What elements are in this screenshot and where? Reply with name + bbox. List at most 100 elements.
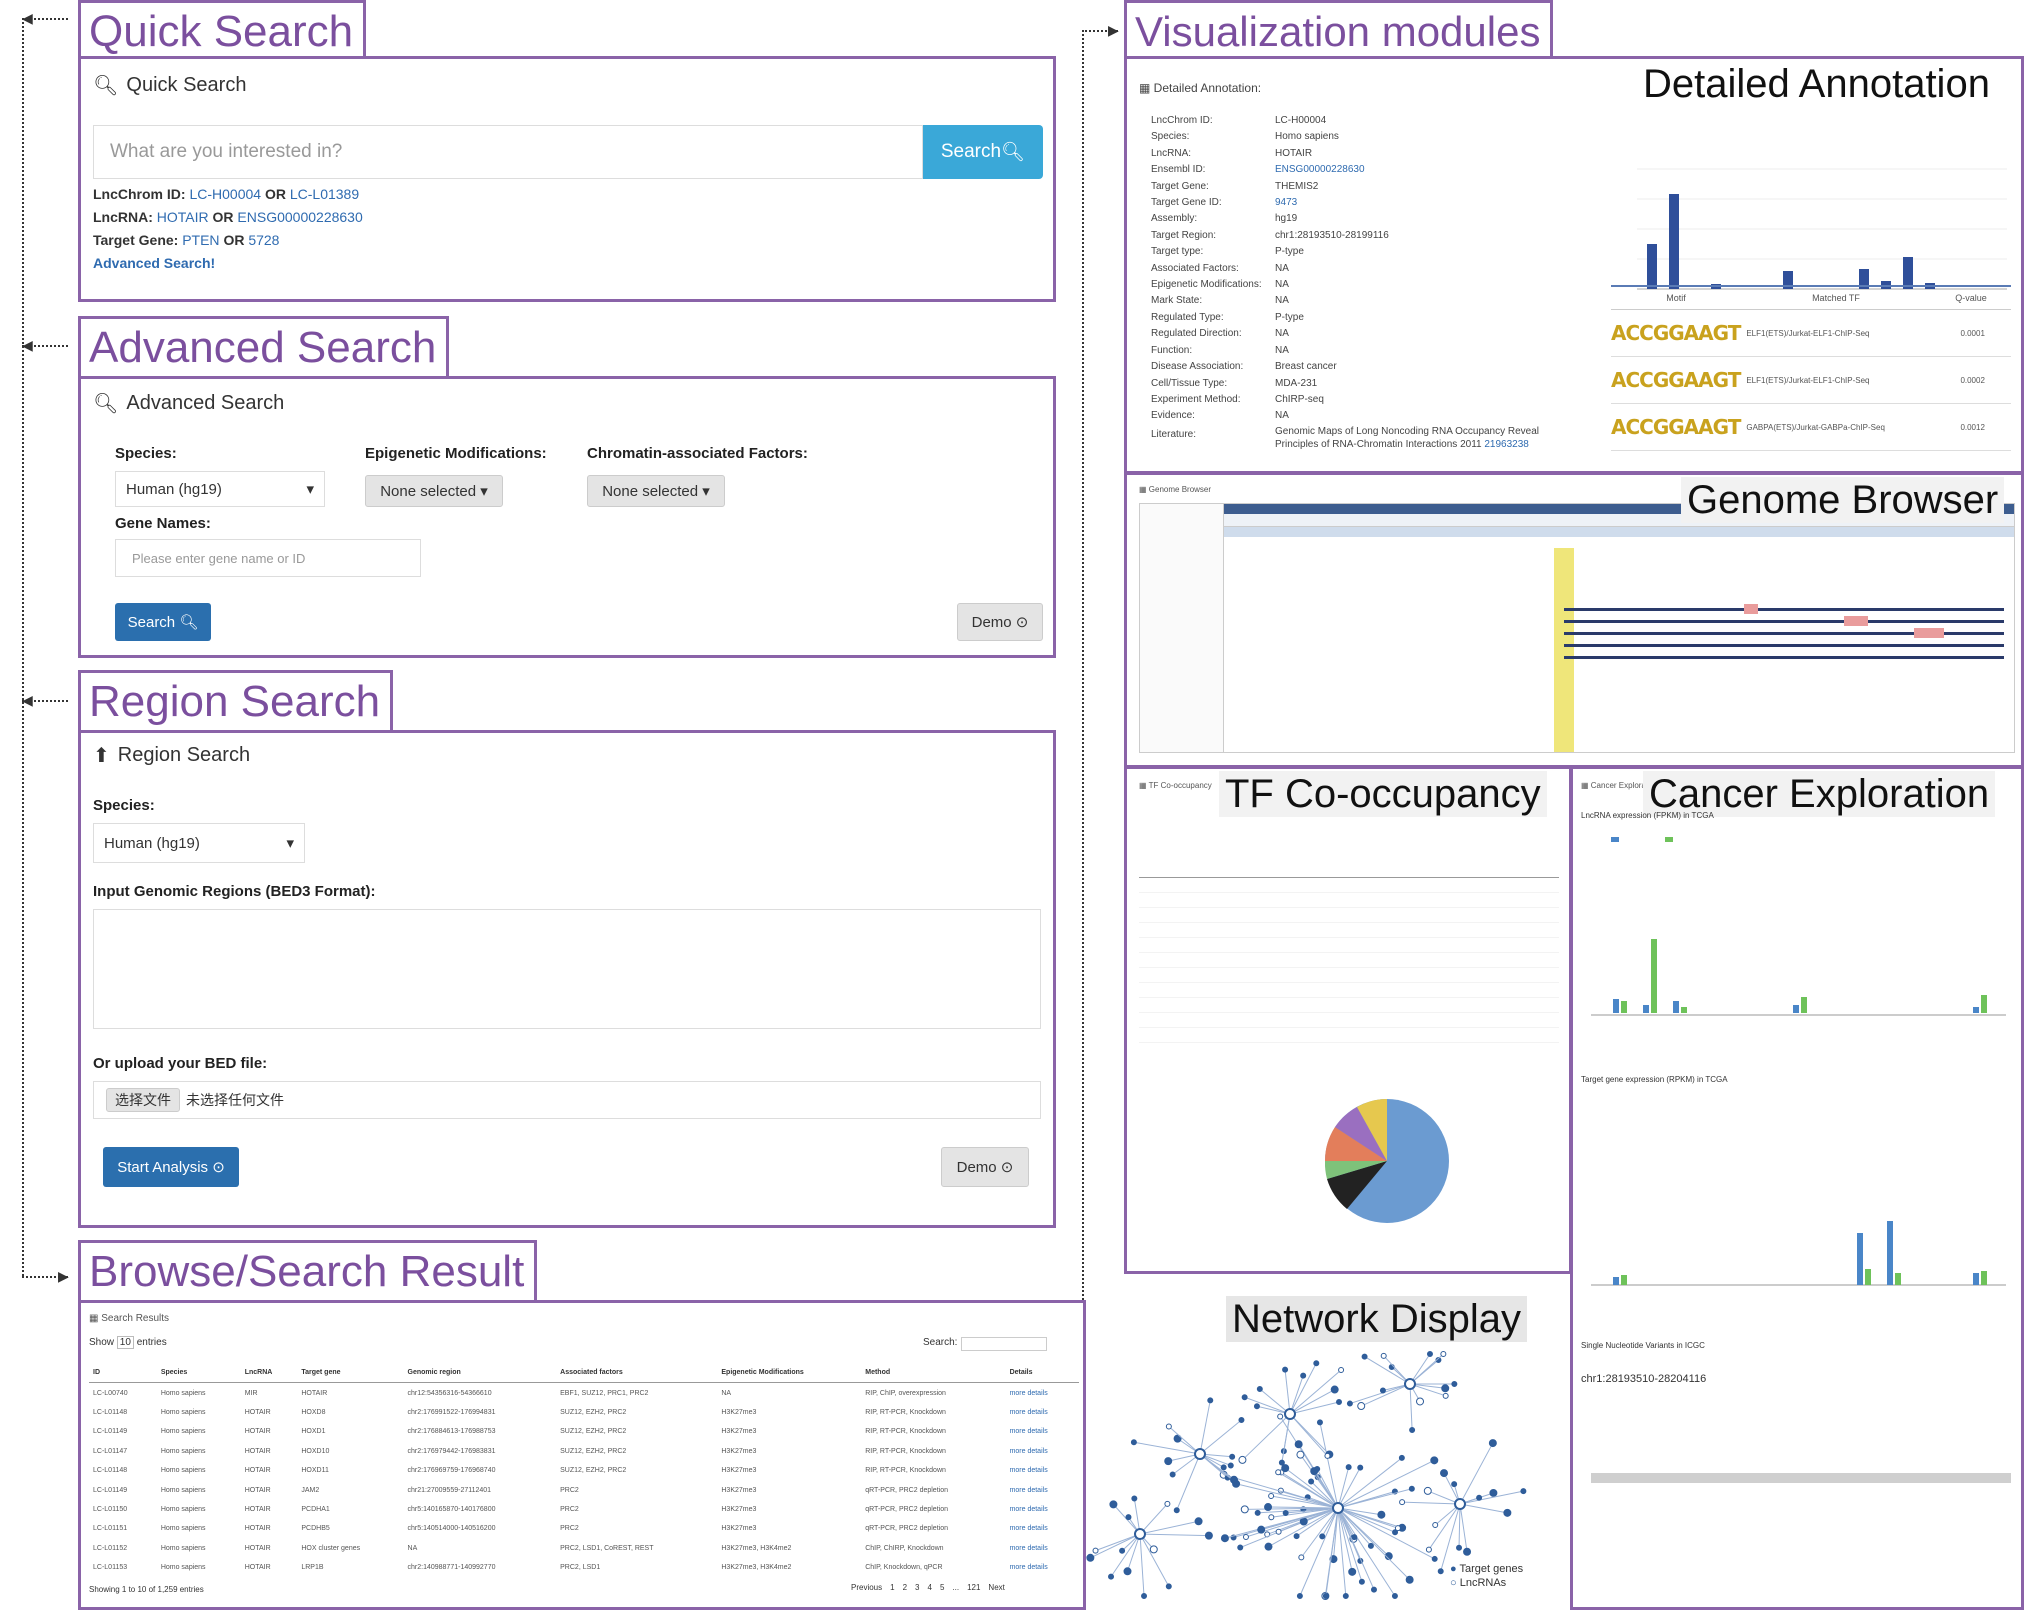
detail-field-value: ChIRP-seq — [1275, 393, 1324, 405]
literature-year: 2011 — [1460, 439, 1482, 450]
more-details-link[interactable]: more details — [1006, 1383, 1079, 1403]
table-cell: chr2:176969759-176968740 — [407, 1467, 496, 1475]
network-node — [1316, 1419, 1323, 1426]
table-header-cell[interactable]: Species — [156, 1363, 241, 1384]
pagination-item[interactable]: 1 — [890, 1583, 894, 1592]
table-header-cell[interactable]: LncRNA — [240, 1363, 298, 1384]
table-header-cell[interactable]: Details — [1005, 1363, 1079, 1384]
table-header-cell[interactable]: Genomic region — [403, 1363, 557, 1384]
play-circle-icon: ⊙ — [1000, 1159, 1014, 1176]
table-row: LC-L01153 Homo sapiens HOTAIR LRP1B chr2:140… — [89, 1558, 1079, 1577]
more-details-link[interactable]: more details — [1006, 1519, 1079, 1538]
table-header-cell[interactable]: Epigenetic Modifications — [717, 1363, 862, 1384]
network-node — [1131, 1495, 1138, 1502]
pagination-item[interactable]: 121 — [967, 1583, 980, 1592]
more-details-link[interactable]: more details — [1006, 1422, 1079, 1441]
example-link[interactable]: 5728 — [248, 232, 279, 248]
detail-field-value[interactable]: 9473 — [1275, 195, 1535, 211]
gene-names-input[interactable]: Please enter gene name or ID — [115, 539, 421, 577]
pagination-item[interactable]: 4 — [927, 1583, 931, 1592]
table-search-input[interactable] — [961, 1337, 1048, 1351]
example-link[interactable]: PTEN — [182, 232, 219, 248]
table-cell: LC-L01148 — [93, 1408, 128, 1416]
example-link[interactable]: LC-H00004 — [189, 186, 261, 202]
detail-field-value: NA — [1275, 328, 1289, 340]
advanced-search-link[interactable]: Advanced Search! — [93, 255, 215, 271]
network-node — [1358, 1578, 1365, 1585]
page-length-select[interactable]: 10 — [116, 1336, 134, 1349]
browse-panel: ▦ Search Results Show 10 entries Search:… — [78, 1300, 1086, 1610]
network-node — [1256, 1385, 1263, 1392]
example-link[interactable]: ENSG00000228630 — [237, 209, 362, 225]
literature-pmid-link[interactable]: 21963238 — [1484, 439, 1529, 450]
pagination-item[interactable]: 2 — [903, 1583, 907, 1592]
lncrna-expression-boxplot — [1591, 837, 2006, 1016]
table-header-cell[interactable]: ID — [89, 1363, 157, 1384]
table-row: LC-L01150 Homo sapiens HOTAIR PCDHA1 chr5:14… — [89, 1500, 1079, 1519]
quick-search-button[interactable]: Search 🔍︎ — [923, 125, 1043, 179]
table-header-cell[interactable]: Target gene — [297, 1363, 404, 1384]
network-node — [1357, 1464, 1364, 1471]
table-cell: Homo sapiens — [160, 1564, 206, 1572]
file-status: 未选择任何文件 — [186, 1093, 284, 1109]
detail-field-value[interactable]: ENSG00000228630 — [1275, 162, 1535, 178]
pagination-item[interactable]: 3 — [915, 1583, 919, 1592]
choose-file-button[interactable]: 选择文件 — [106, 1088, 180, 1112]
pagination-item[interactable]: Next — [988, 1583, 1004, 1592]
example-link[interactable]: LC-L01389 — [290, 186, 359, 202]
network-node — [1254, 1509, 1261, 1516]
species-select[interactable]: Human (hg19) ▾ — [115, 471, 325, 507]
advanced-search-button[interactable]: Search 🔍︎ — [115, 603, 211, 641]
more-details-link[interactable]: more details — [1006, 1442, 1079, 1461]
network-node — [1130, 1439, 1137, 1446]
example-link[interactable]: HOTAIR — [157, 209, 209, 225]
pagination-item[interactable]: ... — [952, 1583, 959, 1592]
network-node — [1391, 1593, 1398, 1599]
network-node — [1268, 1493, 1275, 1500]
network-node — [1440, 1469, 1449, 1478]
more-details-link[interactable]: more details — [1006, 1539, 1079, 1558]
genomic-regions-textarea[interactable] — [93, 909, 1041, 1029]
network-node — [1342, 1593, 1349, 1599]
table-cell: chr2:176979442-176983831 — [407, 1447, 496, 1455]
epigenetic-select[interactable]: None selected ▾ — [365, 475, 503, 507]
more-details-link[interactable]: more details — [1006, 1558, 1079, 1577]
chromatin-factors-select[interactable]: None selected ▾ — [587, 475, 725, 507]
motif-col-header: Motif — [1666, 293, 1686, 303]
table-header-cell[interactable]: Method — [861, 1363, 1006, 1384]
target-expression-boxplot — [1591, 1221, 2006, 1286]
table-cell: PCDHA1 — [301, 1505, 330, 1513]
table-cell: JAM2 — [301, 1486, 320, 1494]
matched-tf: GABPA(ETS)/Jurkat-GABPa-ChIP-Seq — [1746, 422, 1885, 432]
species-label: Species: — [93, 797, 155, 814]
literature-label: Literature: — [1151, 429, 1197, 440]
region-demo-button[interactable]: Demo ⊙ — [941, 1147, 1029, 1187]
network-node — [1275, 1469, 1282, 1476]
table-cell: HOTAIR — [244, 1447, 271, 1455]
network-node — [1426, 1351, 1433, 1357]
detailed-annotation-title: Detailed Annotation — [1637, 61, 1996, 107]
more-details-link[interactable]: more details — [1006, 1500, 1079, 1519]
network-node — [1300, 1372, 1307, 1379]
network-node — [1432, 1521, 1439, 1528]
more-details-link[interactable]: more details — [1006, 1480, 1079, 1499]
network-node — [1398, 1454, 1405, 1461]
table-cell: H3K27me3 — [721, 1505, 757, 1513]
table-cell: chr5:140165870-140176800 — [407, 1505, 496, 1513]
advanced-search-section-title: Advanced Search — [78, 316, 450, 378]
advanced-demo-button[interactable]: Demo ⊙ — [957, 603, 1043, 641]
table-header-cell[interactable]: Associated factors — [556, 1363, 718, 1384]
track-list[interactable] — [1139, 503, 1225, 753]
genome-track-area[interactable] — [1223, 503, 2015, 753]
pagination-item[interactable]: Previous — [851, 1583, 882, 1592]
species-value: Human (hg19) — [126, 480, 222, 498]
network-node — [1416, 1397, 1425, 1406]
network-node — [1220, 1534, 1229, 1543]
pagination-item[interactable]: 5 — [940, 1583, 944, 1592]
more-details-link[interactable]: more details — [1006, 1461, 1079, 1480]
species-select[interactable]: Human (hg19) ▾ — [93, 823, 305, 863]
network-node — [1463, 1547, 1472, 1556]
start-analysis-button[interactable]: Start Analysis ⊙ — [103, 1147, 239, 1187]
more-details-link[interactable]: more details — [1006, 1403, 1079, 1422]
quick-search-input[interactable]: What are you interested in? — [93, 125, 923, 179]
